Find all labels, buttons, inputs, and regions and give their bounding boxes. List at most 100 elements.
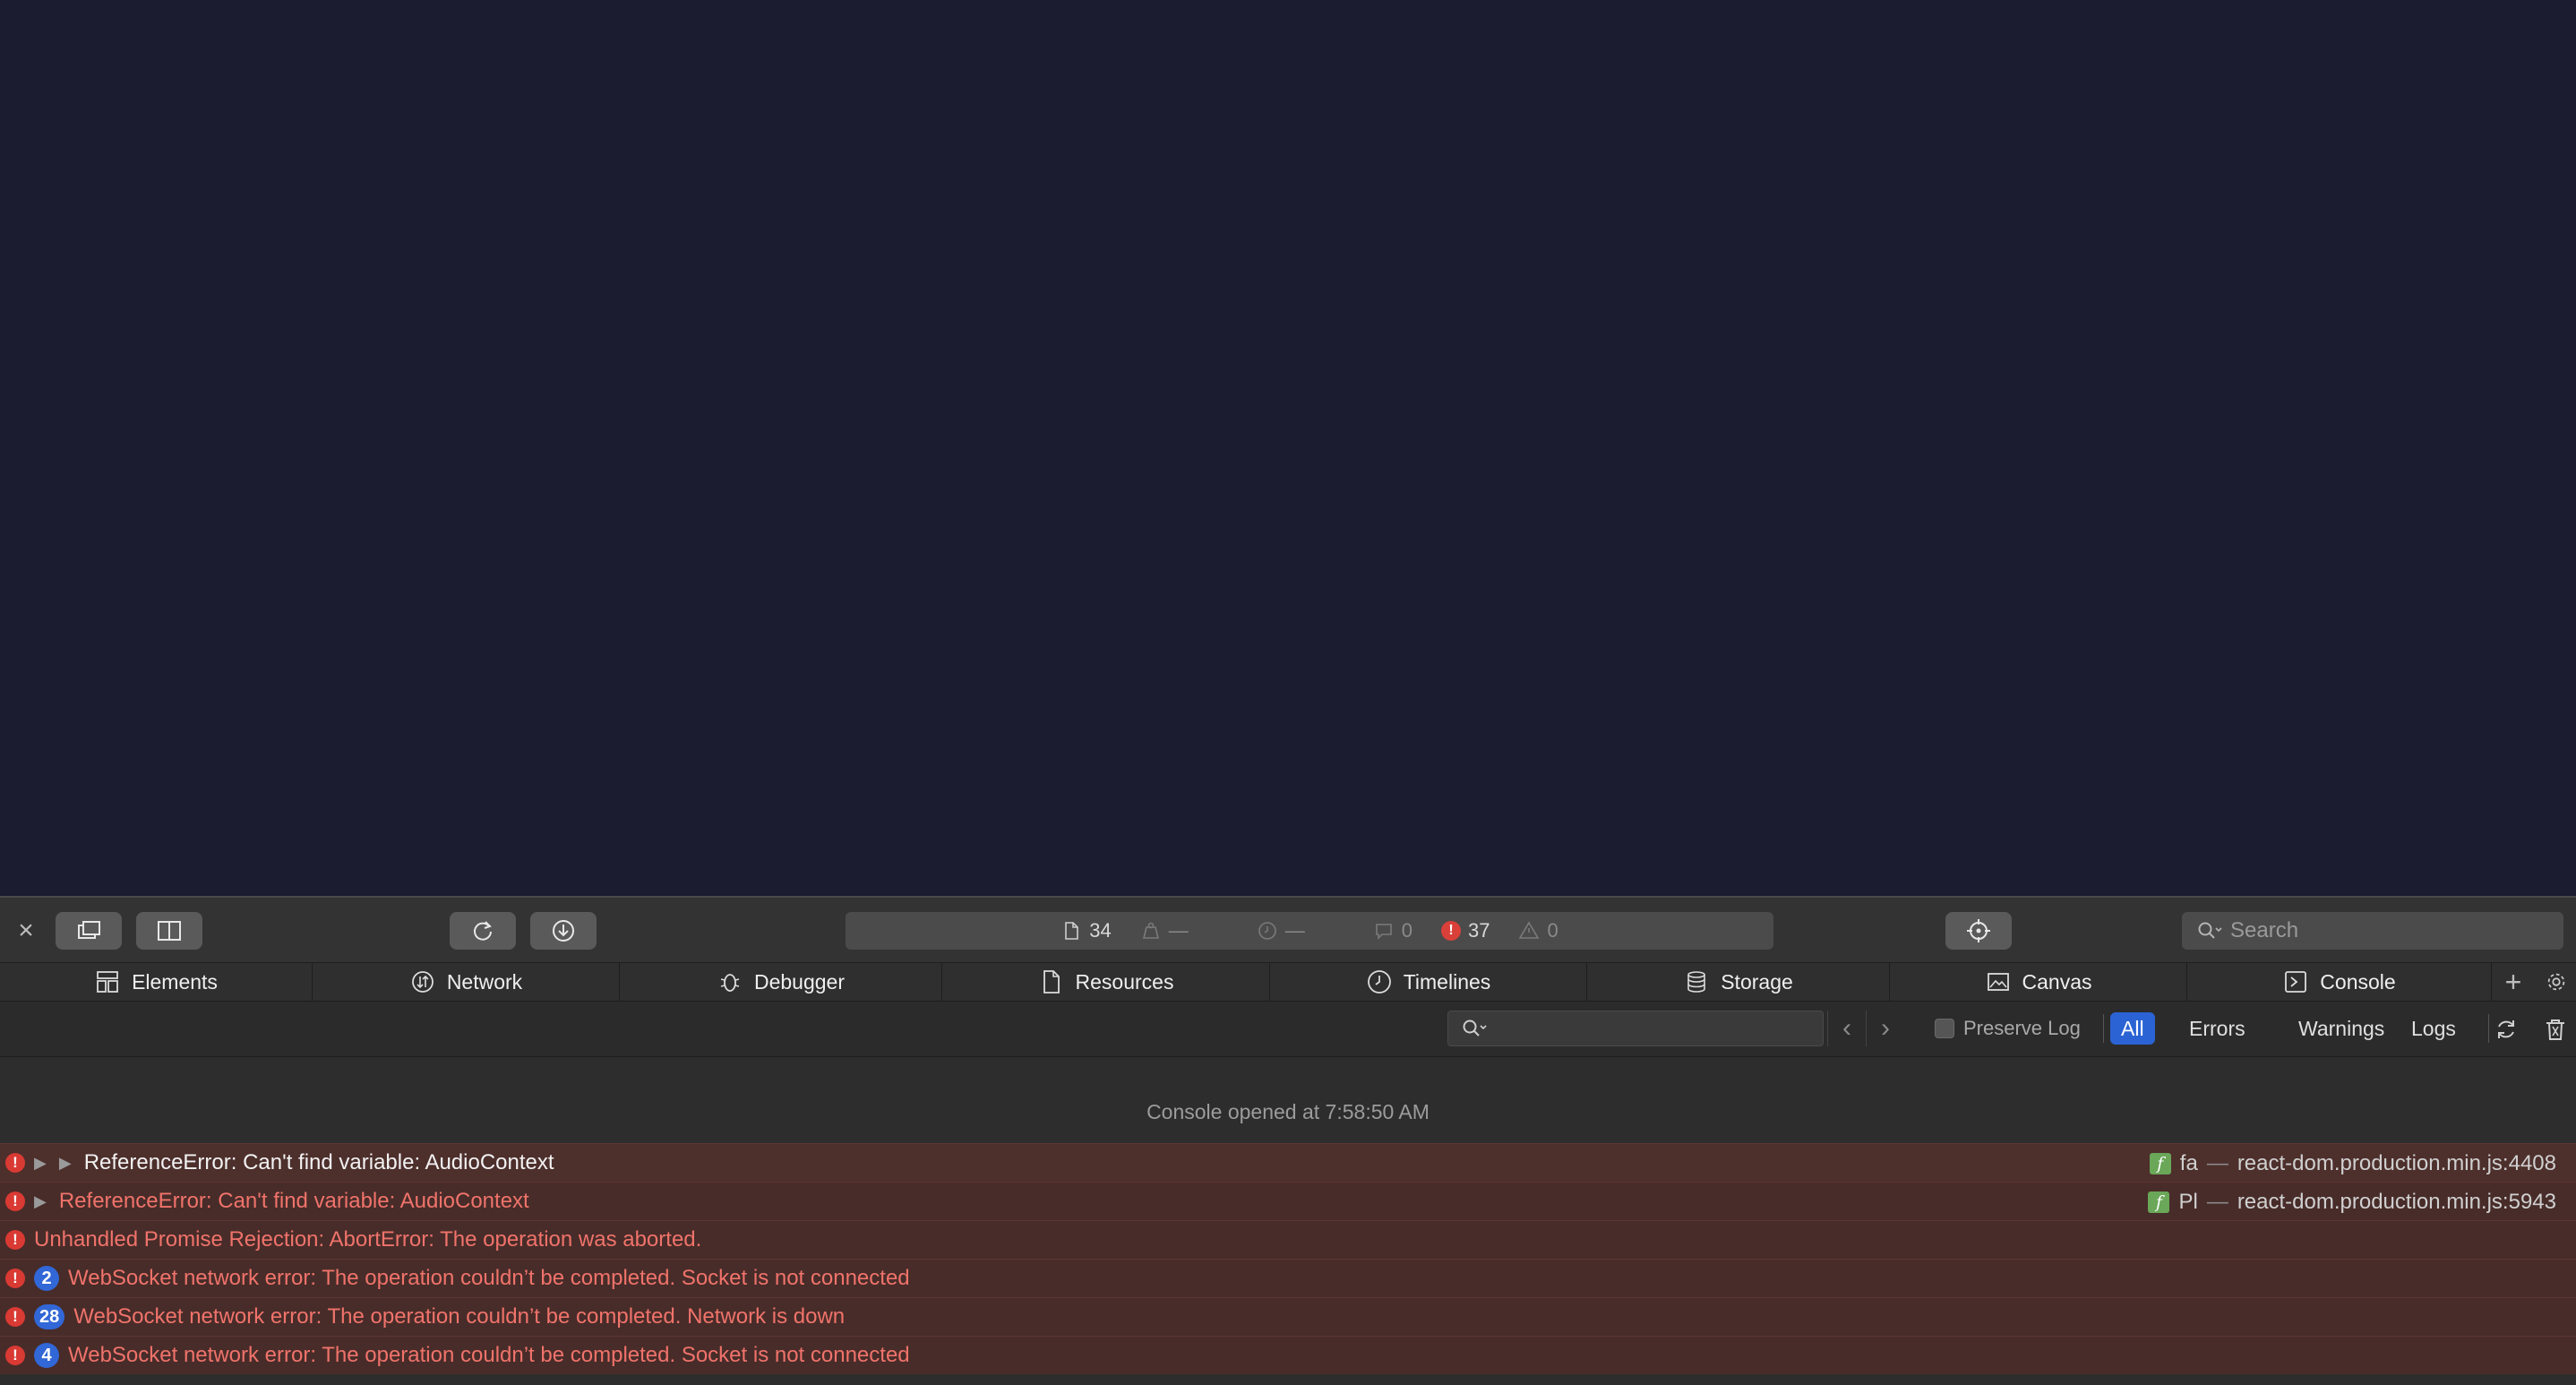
expand-triangle-icon[interactable]: ▶ — [34, 1192, 47, 1211]
repeat-count-badge: 4 — [34, 1343, 59, 1368]
error-count[interactable]: ! 37 — [1441, 919, 1490, 942]
tab-network[interactable]: Network — [313, 963, 620, 1001]
resources-icon — [1043, 970, 1060, 994]
tab-label: Elements — [132, 969, 218, 994]
console-message[interactable]: ! 28 WebSocket network error: The operat… — [0, 1297, 2576, 1336]
reload-console-button[interactable] — [2491, 1014, 2521, 1045]
function-name: fa — [2179, 1150, 2198, 1175]
tab-resources[interactable]: Resources — [942, 963, 1270, 1001]
preserve-log-checkbox[interactable] — [1935, 1019, 1954, 1038]
reload-button[interactable] — [450, 912, 516, 950]
tab-label: Resources — [1075, 969, 1174, 994]
tab-label: Network — [446, 969, 523, 994]
filter-warnings-button[interactable]: Warnings — [2288, 1012, 2395, 1045]
function-icon: f — [2148, 1191, 2170, 1213]
console-message[interactable]: ! 2 WebSocket network error: The operati… — [0, 1259, 2576, 1297]
tab-console[interactable]: Console — [2187, 963, 2492, 1001]
error-icon: ! — [1441, 921, 1461, 941]
resource-count: 34 — [1060, 919, 1112, 942]
resource-count-value: 34 — [1089, 919, 1112, 942]
close-icon[interactable]: × — [13, 917, 39, 944]
tab-storage[interactable]: Storage — [1587, 963, 1890, 1001]
error-count-value: 37 — [1468, 919, 1490, 942]
message-text: ReferenceError: Can't find variable: Aud… — [83, 1150, 554, 1174]
add-tab-icon[interactable]: + — [2494, 963, 2533, 1001]
activity-viewer[interactable]: 34 — — 0 ! 37 0 — [846, 912, 1773, 950]
console-message[interactable]: ! Unhandled Promise Rejection: AbortErro… — [0, 1220, 2576, 1259]
message-source[interactable]: f Pl — react-dom.production.min.js:5943 — [2148, 1183, 2556, 1221]
error-icon: ! — [5, 1346, 25, 1365]
message-list: ! ▶ ▶ ReferenceError: Can't find variabl… — [0, 1143, 2576, 1374]
error-icon: ! — [5, 1230, 25, 1250]
console-message[interactable]: ! 4 WebSocket network error: The operati… — [0, 1336, 2576, 1374]
canvas-icon — [1987, 973, 2009, 991]
source-link[interactable]: react-dom.production.min.js:5943 — [2237, 1190, 2556, 1215]
download-icon — [553, 920, 574, 942]
message-text: ReferenceError: Can't find variable: Aud… — [58, 1189, 529, 1213]
filter-navigation: ‹ › — [1827, 1011, 1904, 1046]
function-icon: f — [2149, 1152, 2171, 1174]
error-icon: ! — [5, 1153, 25, 1173]
warning-icon — [1519, 921, 1540, 939]
filter-all-button[interactable]: All — [2110, 1012, 2155, 1045]
elements-icon — [97, 971, 118, 993]
message-icon — [1375, 924, 1392, 940]
console-filter-input[interactable] — [1447, 1011, 1824, 1046]
console-icon — [2285, 971, 2307, 993]
download-button[interactable] — [530, 912, 597, 950]
expand-triangle-icon[interactable]: ▶ — [34, 1154, 47, 1173]
dock-side-button[interactable] — [136, 912, 202, 950]
tab-elements[interactable]: Elements — [0, 963, 313, 1001]
warning-count[interactable]: 0 — [1518, 919, 1558, 942]
search-input[interactable]: Search — [2182, 912, 2563, 950]
message-text: WebSocket network error: The operation c… — [68, 1266, 910, 1290]
tab-label: Console — [2320, 969, 2396, 994]
warning-count-value: 0 — [1547, 919, 1558, 942]
tab-debugger[interactable]: Debugger — [620, 963, 942, 1001]
search-icon — [2198, 922, 2222, 939]
log-count[interactable]: 0 — [1373, 919, 1413, 942]
console-opened-text: Console opened at 7:58:50 AM — [1146, 1100, 1430, 1123]
gear-icon — [2547, 973, 2565, 991]
page-content — [0, 0, 2576, 896]
preserve-log-label: Preserve Log — [1963, 1017, 2081, 1039]
source-link[interactable]: react-dom.production.min.js:4408 — [2237, 1151, 2556, 1176]
previous-match-icon[interactable]: ‹ — [1827, 1011, 1866, 1046]
filter-errors-button[interactable]: Errors — [2178, 1012, 2256, 1045]
refresh-icon — [2498, 1020, 2514, 1038]
resource-size-value: — — [1168, 919, 1189, 942]
console-message[interactable]: ! ▶ ▶ ReferenceError: Can't find variabl… — [0, 1143, 2576, 1182]
load-time-value: — — [1284, 919, 1305, 942]
crosshair-icon — [1967, 919, 1990, 942]
tab-timelines[interactable]: Timelines — [1270, 963, 1587, 1001]
clear-console-button[interactable] — [2540, 1014, 2571, 1045]
console-output: Console opened at 7:58:50 AM ! ▶ ▶ Refer… — [0, 1057, 2576, 1385]
tab-bar: Elements Network Debugger Resources Time… — [0, 962, 2576, 1002]
element-picker-button[interactable] — [1945, 912, 2012, 950]
trash-icon — [2546, 1019, 2564, 1040]
expand-triangle-icon[interactable]: ▶ — [59, 1154, 72, 1173]
divider — [2488, 1014, 2489, 1043]
inspector-toolbar: × 34 — — 0 ! 37 0 Search — [0, 896, 2576, 962]
separator-dash: — — [2206, 1189, 2228, 1214]
message-text: Unhandled Promise Rejection: AbortError:… — [34, 1227, 702, 1252]
repeat-count-badge: 28 — [34, 1304, 65, 1329]
settings-button[interactable] — [2537, 963, 2576, 1001]
storage-icon — [1687, 971, 1706, 993]
reload-icon — [474, 921, 492, 941]
filter-logs-button[interactable]: Logs — [2400, 1012, 2467, 1045]
message-text: WebSocket network error: The operation c… — [68, 1343, 910, 1367]
preserve-log-toggle[interactable]: Preserve Log — [1935, 1011, 2081, 1046]
search-placeholder: Search — [2230, 918, 2299, 942]
repeat-count-badge: 2 — [34, 1266, 59, 1291]
console-message[interactable]: ! ▶ ReferenceError: Can't find variable:… — [0, 1182, 2576, 1220]
tab-canvas[interactable]: Canvas — [1890, 963, 2187, 1001]
undock-button[interactable] — [56, 912, 122, 950]
debugger-icon — [720, 974, 740, 992]
filter-search-icon — [1463, 1019, 1487, 1037]
error-icon: ! — [5, 1307, 25, 1327]
error-icon: ! — [5, 1191, 25, 1211]
next-match-icon[interactable]: › — [1866, 1011, 1904, 1046]
message-source[interactable]: f fa — react-dom.production.min.js:4408 — [2149, 1144, 2556, 1183]
weight-icon — [1142, 922, 1159, 939]
